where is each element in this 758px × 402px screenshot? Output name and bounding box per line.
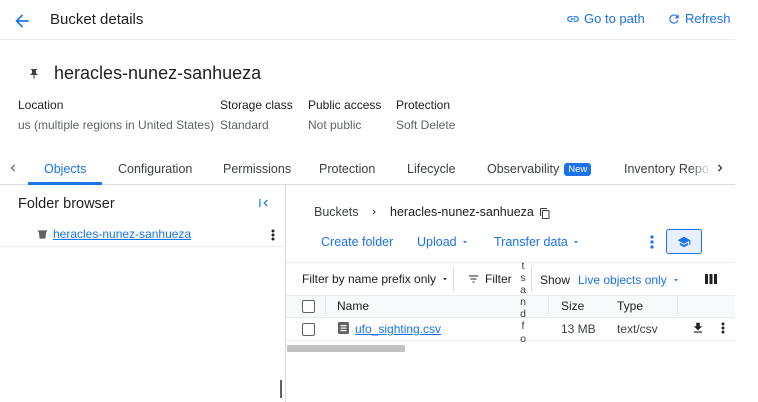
column-header-size[interactable]: Size	[561, 299, 584, 313]
new-badge: New	[564, 163, 592, 176]
chevron-left-icon[interactable]	[6, 160, 20, 176]
tab-bar: Objects Configuration Permissions Protec…	[0, 154, 735, 185]
refresh-button[interactable]: Refresh	[667, 11, 731, 26]
page-title: Bucket details	[50, 11, 144, 28]
tab-configuration[interactable]: Configuration	[118, 162, 192, 176]
go-to-path-button[interactable]: Go to path	[566, 11, 645, 26]
filter-prefix-label: Filter by name prefix only	[302, 272, 437, 286]
folder-browser-title: Folder browser	[18, 196, 115, 212]
back-arrow-icon[interactable]	[12, 11, 32, 31]
tab-observability[interactable]: Observability New	[487, 162, 592, 176]
toolbar-separator	[453, 266, 454, 292]
panel-resize-handle[interactable]	[280, 380, 282, 398]
folder-browser-panel	[0, 185, 286, 402]
tab-lifecycle[interactable]: Lifecycle	[407, 162, 456, 176]
column-header-type[interactable]: Type	[617, 299, 643, 313]
file-icon	[338, 322, 349, 334]
learn-button[interactable]	[666, 229, 702, 254]
chevron-right-icon[interactable]	[713, 160, 727, 176]
collapse-panel-icon[interactable]	[257, 196, 271, 210]
caret-down-icon	[440, 274, 450, 284]
filter-list-icon	[467, 273, 480, 285]
bucket-icon	[37, 229, 48, 240]
upload-button[interactable]: Upload	[417, 235, 470, 249]
caret-down-icon	[460, 237, 470, 247]
transfer-data-button[interactable]: Transfer data	[494, 235, 581, 249]
create-folder-button[interactable]: Create folder	[321, 235, 393, 249]
protection-value: Soft Delete	[396, 118, 456, 132]
toolbar-separator	[531, 266, 532, 292]
refresh-icon	[667, 12, 681, 26]
filter-label: Filter	[485, 272, 512, 286]
location-label: Location	[18, 98, 64, 112]
show-label: Show	[540, 273, 571, 287]
caret-down-icon	[671, 275, 681, 285]
upload-label: Upload	[417, 235, 457, 249]
table-row[interactable]	[286, 318, 735, 341]
horizontal-scrollbar[interactable]	[287, 345, 405, 352]
column-divider	[677, 295, 678, 318]
tab-observability-label: Observability	[487, 162, 560, 176]
public-access-value: Not public	[308, 118, 362, 132]
go-to-path-label: Go to path	[584, 11, 645, 26]
download-icon[interactable]	[691, 321, 705, 335]
column-divider	[325, 295, 326, 318]
show-objects-dropdown[interactable]: Live objects only	[578, 273, 681, 287]
header-divider	[0, 39, 735, 40]
school-icon	[676, 235, 692, 249]
transfer-data-label: Transfer data	[494, 235, 568, 249]
row-more-icon[interactable]	[721, 322, 725, 334]
file-size: 13 MB	[561, 322, 596, 336]
column-display-icon[interactable]	[705, 273, 717, 285]
file-name-link[interactable]: ufo_sighting.csv	[355, 322, 441, 336]
breadcrumb-buckets[interactable]: Buckets	[314, 205, 358, 219]
tab-protection[interactable]: Protection	[319, 162, 375, 176]
more-actions-icon[interactable]	[650, 235, 654, 249]
tab-fade	[690, 155, 712, 183]
copy-icon[interactable]	[539, 207, 551, 220]
more-vert-icon[interactable]	[271, 229, 275, 241]
protection-label: Protection	[396, 98, 451, 112]
column-divider	[548, 295, 549, 318]
breadcrumb-current-bucket: heracles-nunez-sanhueza	[390, 205, 534, 219]
breadcrumb-separator	[369, 205, 379, 219]
tab-objects[interactable]: Objects	[44, 162, 86, 176]
file-type: text/csv	[617, 322, 658, 336]
filter-button[interactable]: Filter	[467, 272, 512, 286]
bucket-name-heading: heracles-nunez-sanhueza	[54, 63, 262, 83]
folder-tree-bucket-link[interactable]: heracles-nunez-sanhueza	[53, 227, 191, 241]
show-objects-value: Live objects only	[578, 273, 667, 287]
filter-row-divider	[286, 262, 735, 263]
filter-prefix-dropdown[interactable]: Filter by name prefix only	[302, 272, 450, 286]
bucket-pin-icon	[28, 67, 40, 81]
tab-permissions[interactable]: Permissions	[223, 162, 291, 176]
location-value: us (multiple regions in United States)	[18, 118, 215, 132]
refresh-label: Refresh	[685, 11, 731, 26]
public-access-label: Public access	[308, 98, 382, 112]
link-icon	[566, 12, 580, 26]
caret-down-icon	[571, 237, 581, 247]
column-header-name[interactable]: Name	[337, 299, 369, 313]
storage-class-label: Storage class	[220, 98, 293, 112]
storage-class-value: Standard	[220, 118, 269, 132]
select-all-checkbox[interactable]	[302, 300, 315, 313]
row-checkbox[interactable]	[302, 323, 315, 336]
